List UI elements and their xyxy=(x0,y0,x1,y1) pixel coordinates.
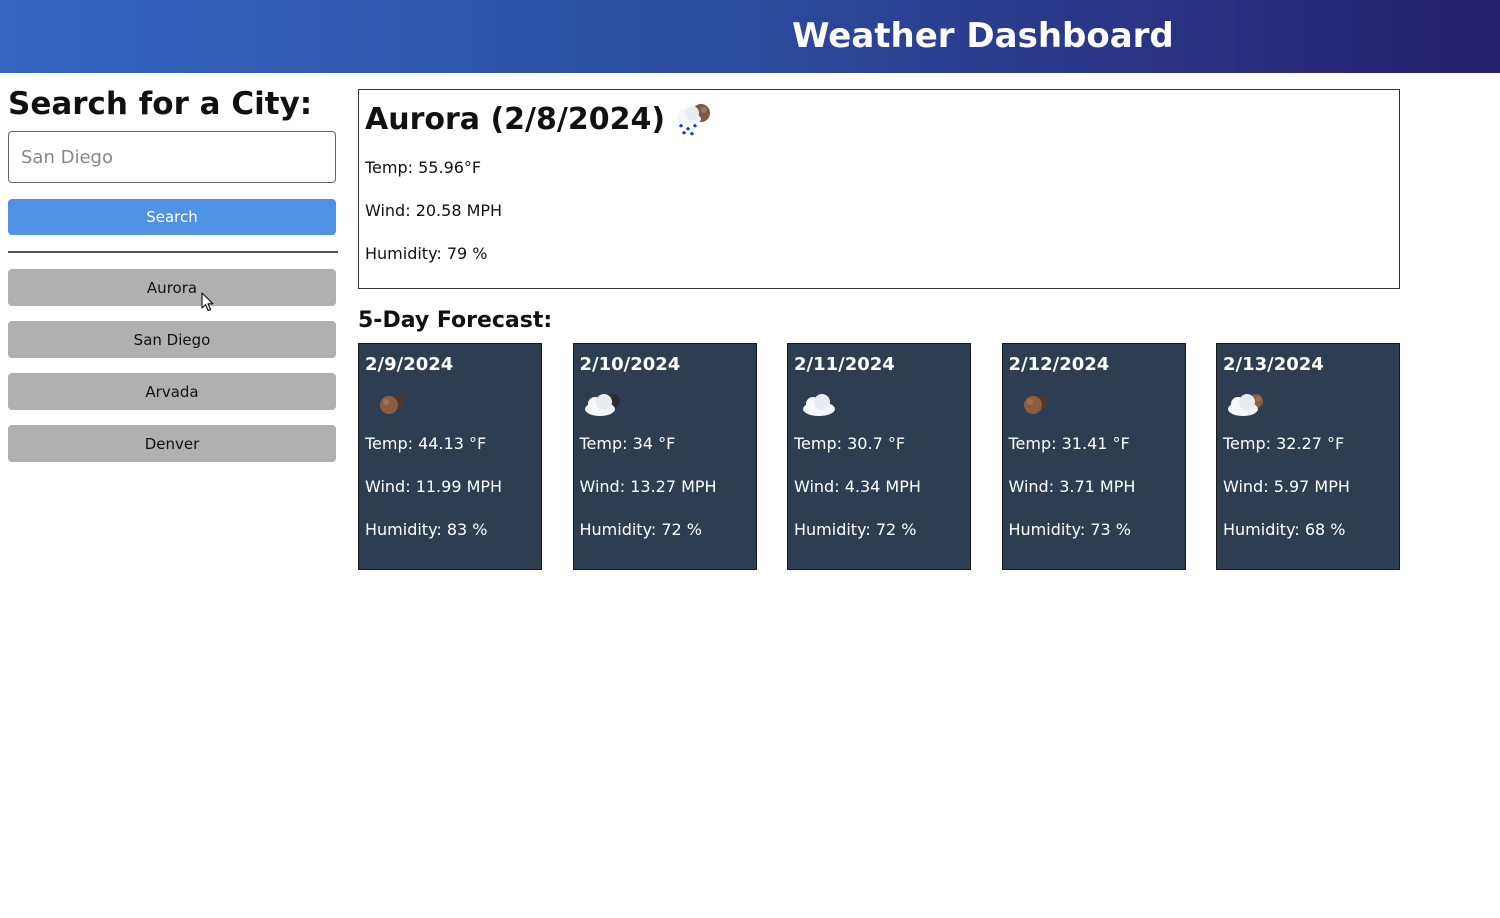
forecast-date: 2/13/2024 xyxy=(1223,354,1324,375)
forecast-cards: 2/9/2024 Temp: 44.13 °F Wind: 11.99 MPH … xyxy=(358,343,1400,570)
search-heading: Search for a City: xyxy=(8,86,313,122)
history-button-denver[interactable]: Denver xyxy=(8,425,336,462)
forecast-humidity: Humidity: 72 % xyxy=(579,520,703,539)
moon-icon xyxy=(380,395,404,414)
search-button[interactable]: Search xyxy=(8,199,336,235)
forecast-card: 2/11/2024 Temp: 30.7 °F Wind: 4.34 MPH H… xyxy=(787,343,971,570)
page-title: Weather Dashboard xyxy=(792,16,1174,56)
mouse-cursor-icon xyxy=(201,292,214,312)
sidebar: Search for a City: Search Aurora San Die… xyxy=(8,84,338,462)
forecast-humidity: Humidity: 83 % xyxy=(365,520,488,539)
current-humidity: Humidity: 79 % xyxy=(365,244,488,263)
forecast-date: 2/11/2024 xyxy=(794,354,895,375)
current-weather-panel: Aurora (2/8/2024) Temp: 55.96°F Wind: 20… xyxy=(358,89,1400,289)
forecast-card: 2/10/2024 Temp: 34 °F Wind: 13.27 MPH Hu… xyxy=(572,343,757,570)
forecast-humidity: Humidity: 72 % xyxy=(794,520,917,539)
history-button-san-diego[interactable]: San Diego xyxy=(8,321,336,358)
forecast-date: 2/10/2024 xyxy=(579,354,681,375)
forecast-humidity: Humidity: 73 % xyxy=(1008,520,1132,539)
forecast-wind: Wind: 3.71 MPH xyxy=(1008,477,1136,496)
forecast-wind: Wind: 5.97 MPH xyxy=(1223,477,1350,496)
forecast-card: 2/9/2024 Temp: 44.13 °F Wind: 11.99 MPH … xyxy=(358,343,542,570)
forecast-date: 2/12/2024 xyxy=(1008,354,1110,375)
forecast-temp: Temp: 31.41 °F xyxy=(1008,434,1130,453)
history-button-arvada[interactable]: Arvada xyxy=(8,373,336,410)
forecast-wind: Wind: 11.99 MPH xyxy=(365,477,503,496)
forecast-temp: Temp: 44.13 °F xyxy=(365,434,487,453)
forecast-temp: Temp: 32.27 °F xyxy=(1223,434,1345,453)
forecast-date: 2/9/2024 xyxy=(365,354,454,375)
forecast-temp: Temp: 30.7 °F xyxy=(794,434,906,453)
forecast-card: 2/12/2024 Temp: 31.41 °F Wind: 3.71 MPH … xyxy=(1001,343,1186,570)
current-temp: Temp: 55.96°F xyxy=(365,158,482,177)
sidebar-divider xyxy=(8,251,338,253)
page-header: Weather Dashboard xyxy=(0,0,1500,73)
forecast-title: 5-Day Forecast: xyxy=(358,308,553,333)
forecast-humidity: Humidity: 68 % xyxy=(1223,520,1346,539)
city-search-input[interactable] xyxy=(8,131,336,183)
rain-cloud-moon-icon xyxy=(677,104,711,136)
forecast-temp: Temp: 34 °F xyxy=(579,434,676,453)
forecast-card: 2/13/2024 Temp: 32.27 °F Wind: 5.97 MPH … xyxy=(1216,343,1400,570)
forecast-wind: Wind: 4.34 MPH xyxy=(794,477,921,496)
cloud-icon xyxy=(803,394,835,416)
cloud-moon-icon xyxy=(584,394,620,416)
history-button-aurora[interactable]: Aurora xyxy=(8,269,336,306)
forecast-wind: Wind: 13.27 MPH xyxy=(579,477,717,496)
cloud-moon-icon xyxy=(1228,394,1263,416)
moon-icon xyxy=(1023,395,1048,414)
current-wind: Wind: 20.58 MPH xyxy=(365,201,503,220)
current-city-title: Aurora (2/8/2024) xyxy=(365,101,666,137)
